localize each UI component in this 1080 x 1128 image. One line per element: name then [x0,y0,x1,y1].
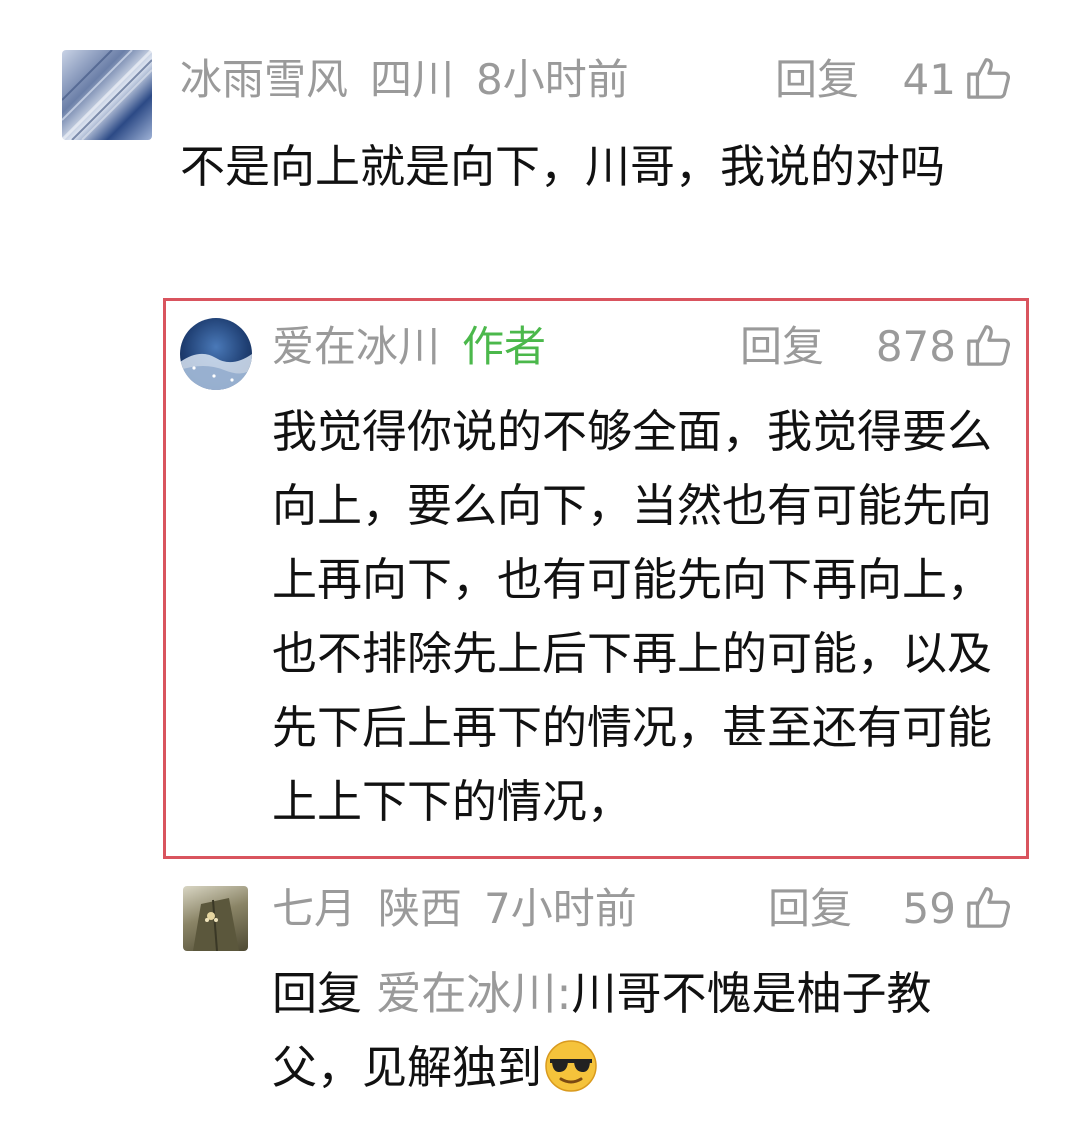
avatar[interactable] [180,318,252,390]
sunglasses-emoji [545,1040,597,1092]
author-badge: 作者 [462,322,547,371]
comment-meta: 七月 陕西 7小时前 [272,884,637,934]
reply-button[interactable]: 回复 [775,55,859,105]
reply-button[interactable]: 回复 [740,322,824,372]
thumbs-up-icon[interactable] [965,322,1011,368]
thumbs-up-icon[interactable] [965,884,1011,930]
comment-text: 回复 爱在冰川:川哥不愧是柚子教父，见解独到 [272,957,1016,1105]
username[interactable]: 爱在冰川 [272,322,440,371]
reply-button[interactable]: 回复 [768,884,852,934]
like-count: 41 [902,55,956,104]
username[interactable]: 冰雨雪风 [180,55,348,104]
username[interactable]: 七月 [272,884,356,933]
thumbs-up-icon[interactable] [965,55,1011,101]
location: 陕西 [378,884,463,933]
like-count: 878 [875,322,956,371]
comment-text: 不是向上就是向下，川哥，我说的对吗 [180,140,946,193]
reply-text: 川哥不愧是柚子教父，见解独到 [272,967,932,1094]
comment-meta: 爱在冰川 作者 [272,322,546,372]
avatar-image [193,898,239,951]
comment-text: 我觉得你说的不够全面，我觉得要么向上，要么向下，当然也有可能先向上再向下，也有可… [272,405,993,828]
reply-prefix: 回复 [272,967,363,1020]
avatar[interactable] [183,886,248,951]
like-count: 59 [902,884,956,933]
location: 四川 [370,55,455,104]
reply-to-username[interactable]: 爱在冰川: [376,967,571,1020]
avatar-image [62,50,152,140]
timestamp: 7小时前 [484,884,637,933]
timestamp: 8小时前 [476,55,629,104]
avatar-image [180,353,252,390]
avatar[interactable] [62,50,152,140]
comment-meta: 冰雨雪风 四川 8小时前 [180,55,629,105]
